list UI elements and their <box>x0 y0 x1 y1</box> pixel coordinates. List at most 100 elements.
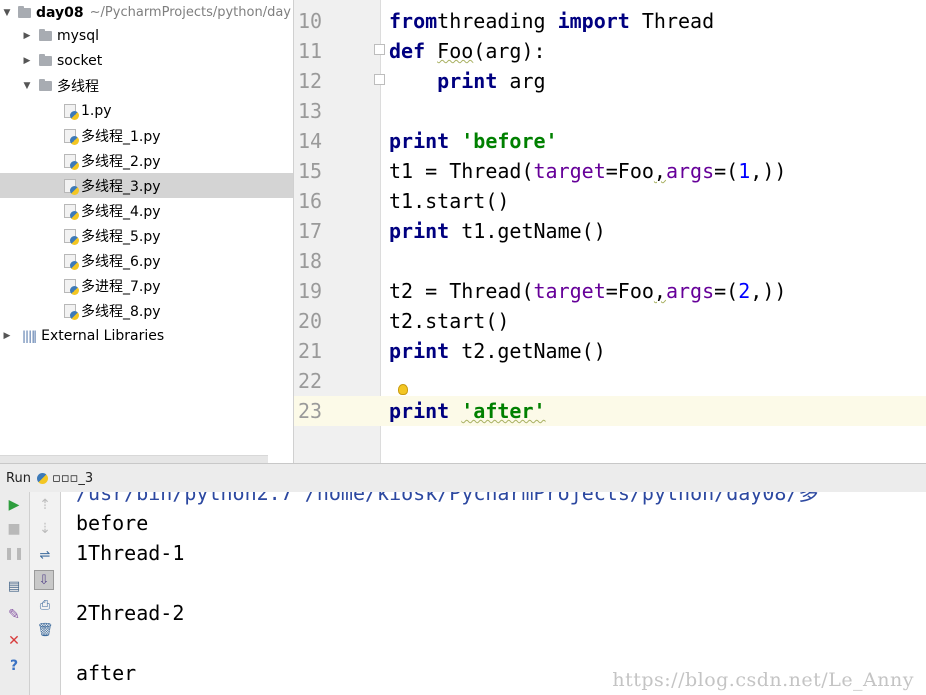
line-number: 22 <box>298 369 323 393</box>
scroll-up-icon[interactable]: ⇡ <box>35 495 55 515</box>
line-number: 19 <box>298 279 323 303</box>
code-line[interactable]: 10 fromthreading import Thread <box>294 6 926 36</box>
code-token: 2 <box>738 279 751 303</box>
run-toolbar-primary: ▶ ■ ❚❚ ▤ ✎ ✕ ? <box>0 492 30 695</box>
code-line[interactable]: 22 <box>294 366 926 396</box>
code-token: from <box>389 9 438 33</box>
python-file-icon <box>64 153 79 170</box>
code-line[interactable]: 15 t1 = Thread(target=Foo,args=(1,)) <box>294 156 926 186</box>
print-icon[interactable]: ⎙ <box>35 595 55 615</box>
code-token: args <box>665 159 715 183</box>
restore-layout-icon[interactable]: ▤ <box>4 576 24 596</box>
code-token: threading <box>437 9 558 33</box>
code-token: , <box>653 159 666 183</box>
folder-icon <box>39 78 52 91</box>
scroll-to-end-icon[interactable]: ⇩ <box>34 570 54 590</box>
tree-file-thread-2[interactable]: 多线程_2.py <box>0 148 293 173</box>
tree-file-thread-8[interactable]: 多线程_8.py <box>0 298 293 323</box>
python-file-icon <box>64 253 79 270</box>
tree-file-thread-1[interactable]: 多线程_1.py <box>0 123 293 148</box>
tree-item-socket[interactable]: ▶ socket <box>0 48 293 73</box>
scroll-down-icon[interactable]: ⇣ <box>35 519 55 539</box>
help-icon[interactable]: ? <box>4 656 24 676</box>
python-file-icon <box>64 228 79 245</box>
code-token: =Foo <box>605 279 654 303</box>
tree-item-external-libraries[interactable]: ▶ |||‖ External Libraries <box>0 323 293 348</box>
code-text: t1.start() <box>389 186 509 216</box>
fold-end-icon[interactable] <box>374 74 385 85</box>
tree-item-label: mysql <box>57 27 99 44</box>
rerun-play-icon[interactable]: ▶ <box>4 495 24 515</box>
code-line[interactable]: 21 print t2.getName() <box>294 336 926 366</box>
tree-file-1-py[interactable]: 1.py <box>0 98 293 123</box>
python-file-icon <box>64 203 79 220</box>
python-file-icon <box>64 178 79 195</box>
code-text: print t2.getName() <box>389 336 606 366</box>
code-text: print 'before' <box>389 126 558 156</box>
code-text: def Foo(arg): <box>389 36 546 66</box>
line-number: 18 <box>298 249 323 273</box>
expand-arrow-icon[interactable]: ▶ <box>2 331 12 341</box>
code-line[interactable]: 17 print t1.getName() <box>294 216 926 246</box>
pin-icon[interactable]: ✎ <box>4 605 24 625</box>
code-line[interactable]: 19 t2 = Thread(target=Foo,args=(2,)) <box>294 276 926 306</box>
close-icon[interactable]: ✕ <box>4 631 24 651</box>
expand-arrow-icon[interactable]: ▶ <box>22 56 32 66</box>
stop-icon[interactable]: ■ <box>4 519 24 539</box>
trash-icon[interactable]: 🗑 <box>35 620 55 640</box>
tree-root-day08[interactable]: ▼ day08 ~/PycharmProjects/python/day <box>0 0 293 25</box>
soft-wrap-icon[interactable]: ⇌ <box>35 545 55 565</box>
run-toolbar-secondary: ⇡ ⇣ ⇌ ⇩ ⎙ 🗑 <box>30 492 61 695</box>
code-token: print <box>389 219 450 243</box>
python-file-icon <box>64 303 79 320</box>
tree-file-thread-5[interactable]: 多线程_5.py <box>0 223 293 248</box>
horizontal-scrollbar[interactable] <box>0 455 268 463</box>
expand-arrow-icon[interactable]: ▶ <box>22 31 32 41</box>
code-token: target <box>533 159 606 183</box>
code-line[interactable]: 18 <box>294 246 926 276</box>
tree-item-mysql[interactable]: ▶ mysql <box>0 23 293 48</box>
expand-arrow-icon[interactable]: ▼ <box>22 81 32 91</box>
line-number: 20 <box>298 309 323 333</box>
code-token: print <box>437 69 498 93</box>
code-text: print t1.getName() <box>389 216 606 246</box>
tree-file-thread-6[interactable]: 多线程_6.py <box>0 248 293 273</box>
tree-file-thread-3[interactable]: 多线程_3.py <box>0 173 293 198</box>
tree-item-multithread-folder[interactable]: ▼ 多线程 <box>0 73 293 98</box>
code-token: (arg): <box>473 39 546 63</box>
fold-start-icon[interactable] <box>374 44 385 55</box>
tree-item-label: socket <box>57 52 103 69</box>
expand-arrow-icon[interactable]: ▼ <box>2 8 12 18</box>
code-text: t2.start() <box>389 306 509 336</box>
code-token: ,)) <box>750 159 787 183</box>
code-line[interactable]: 14 print 'before' <box>294 126 926 156</box>
console-line: 2Thread-2 <box>76 601 185 625</box>
code-token: Foo <box>437 39 474 63</box>
code-token: t2.start() <box>389 309 510 333</box>
code-line[interactable]: 16 t1.start() <box>294 186 926 216</box>
code-line[interactable]: 11 def Foo(arg): <box>294 36 926 66</box>
code-token: t1.getName() <box>449 219 606 243</box>
run-tab-title[interactable]: Run <box>6 471 31 486</box>
console-line: 1Thread-1 <box>76 541 185 565</box>
code-token: , <box>653 279 666 303</box>
lightbulb-icon[interactable] <box>398 384 408 395</box>
tree-file-process-7[interactable]: 多进程_7.py <box>0 273 293 298</box>
code-text: t1 = Thread(target=Foo,args=(1,)) <box>389 156 786 186</box>
code-line[interactable]: 12 print arg <box>294 66 926 96</box>
tree-file-thread-4[interactable]: 多线程_4.py <box>0 198 293 223</box>
root-folder-path: ~/PycharmProjects/python/day <box>89 5 291 20</box>
code-editor[interactable]: 10 fromthreading import Thread 11 def Foo(a… <box>294 0 926 463</box>
pause-icon[interactable]: ❚❚ <box>4 543 24 563</box>
code-token: =Foo <box>605 159 654 183</box>
code-token: Thread <box>629 9 715 33</box>
run-config-name[interactable]: ▫▫▫_3 <box>52 471 93 486</box>
run-console-output[interactable]: /usr/bin/python2.7 /home/kiosk/PycharmPr… <box>61 492 926 695</box>
code-line[interactable]: 23 print 'after' <box>294 396 926 426</box>
code-token: t2 = Thread( <box>389 279 534 303</box>
code-line[interactable]: 20 t2.start() <box>294 306 926 336</box>
tree-item-label: 多线程_1.py <box>81 128 161 145</box>
code-line[interactable]: 13 <box>294 96 926 126</box>
code-token: print <box>389 129 450 153</box>
